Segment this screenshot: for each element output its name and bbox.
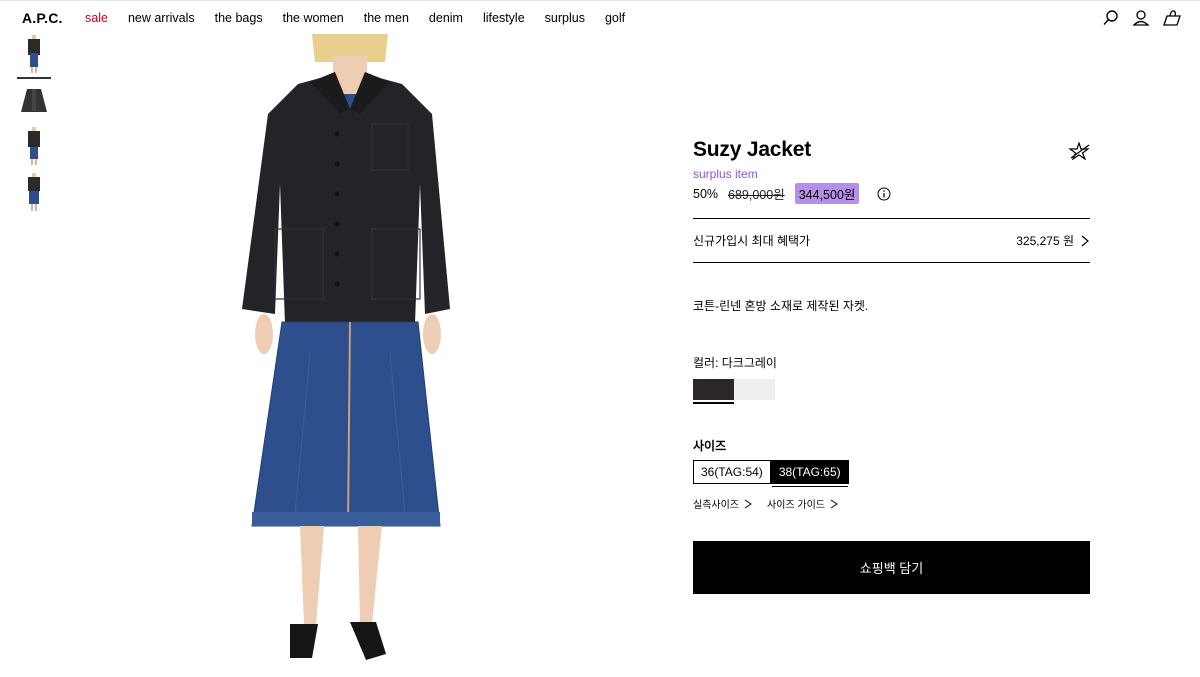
color-label: 컬러: 다크그레이 [693, 356, 777, 370]
thumbnail-3[interactable] [17, 126, 51, 168]
site-header: A.P.C. sale new arrivals the bags the wo… [0, 0, 1200, 34]
sale-price: 344,500원 [794, 183, 860, 204]
header-icons [1102, 9, 1181, 27]
nav-item-surplus[interactable]: surplus [545, 11, 585, 25]
thumbnail-4[interactable] [17, 172, 51, 214]
nav-item-the-women[interactable]: the women [283, 11, 344, 25]
original-price: 689,000원 [728, 188, 785, 202]
color-swatches [693, 379, 1090, 404]
size-links: 실측사이즈 사이즈 가이드 [693, 496, 1090, 511]
benefit-price: 325,275 원 [1016, 234, 1074, 248]
shopping-bag-icon[interactable] [1162, 9, 1181, 27]
nav-item-denim[interactable]: denim [429, 11, 463, 25]
nav-item-new-arrivals[interactable]: new arrivals [128, 11, 195, 25]
size-measure-label: 실측사이즈 [693, 500, 739, 511]
size-guide-label: 사이즈 가이드 [767, 500, 825, 511]
discount-rate: 50% [693, 186, 719, 201]
product-main-image [200, 34, 500, 677]
chevron-right-icon [830, 499, 838, 508]
nav-item-the-men[interactable]: the men [364, 11, 409, 25]
nav-item-lifestyle[interactable]: lifestyle [483, 11, 525, 25]
benefit-label: 신규가입시 최대 혜택가 [693, 234, 811, 248]
size-option-38[interactable]: 38(TAG:65) [770, 460, 849, 487]
surplus-tag[interactable]: surplus item [693, 167, 1090, 181]
product-title: Suzy Jacket [693, 138, 812, 161]
main-nav: sale new arrivals the bags the women the… [85, 11, 625, 25]
search-icon[interactable] [1102, 9, 1120, 27]
color-swatch-darkgray[interactable] [693, 379, 734, 404]
logo[interactable]: A.P.C. [22, 10, 63, 26]
member-benefit-row[interactable]: 신규가입시 최대 혜택가 325,275 원 [693, 218, 1090, 263]
size-measure-link[interactable]: 실측사이즈 [693, 496, 753, 511]
thumbnail-1[interactable] [17, 34, 51, 79]
size-guide-link[interactable]: 사이즈 가이드 [767, 496, 839, 511]
thumbnail-list [17, 34, 51, 218]
thumbnail-2[interactable] [17, 80, 51, 122]
size-label: 사이즈 [693, 439, 727, 453]
size-option-36[interactable]: 36(TAG:54) [693, 460, 771, 484]
product-description: 코튼-린넨 혼방 소재로 제작된 자켓. [693, 299, 869, 313]
chevron-right-icon [744, 499, 752, 508]
color-swatch-light[interactable] [734, 379, 775, 400]
account-icon[interactable] [1132, 9, 1150, 27]
product-info-panel: Suzy Jacket surplus item 50% 689,000원 34… [693, 138, 1090, 594]
info-icon[interactable] [877, 187, 891, 201]
chevron-right-icon [1081, 235, 1089, 246]
nav-item-sale[interactable]: sale [85, 11, 108, 25]
wishlist-star-icon[interactable] [1068, 141, 1090, 161]
add-to-cart-button[interactable]: 쇼핑백 담기 [693, 541, 1090, 594]
price-row: 50% 689,000원 344,500원 [693, 183, 1090, 204]
nav-item-golf[interactable]: golf [605, 11, 625, 25]
size-options: 36(TAG:54) 38(TAG:65) [693, 460, 1090, 487]
nav-item-the-bags[interactable]: the bags [215, 11, 263, 25]
